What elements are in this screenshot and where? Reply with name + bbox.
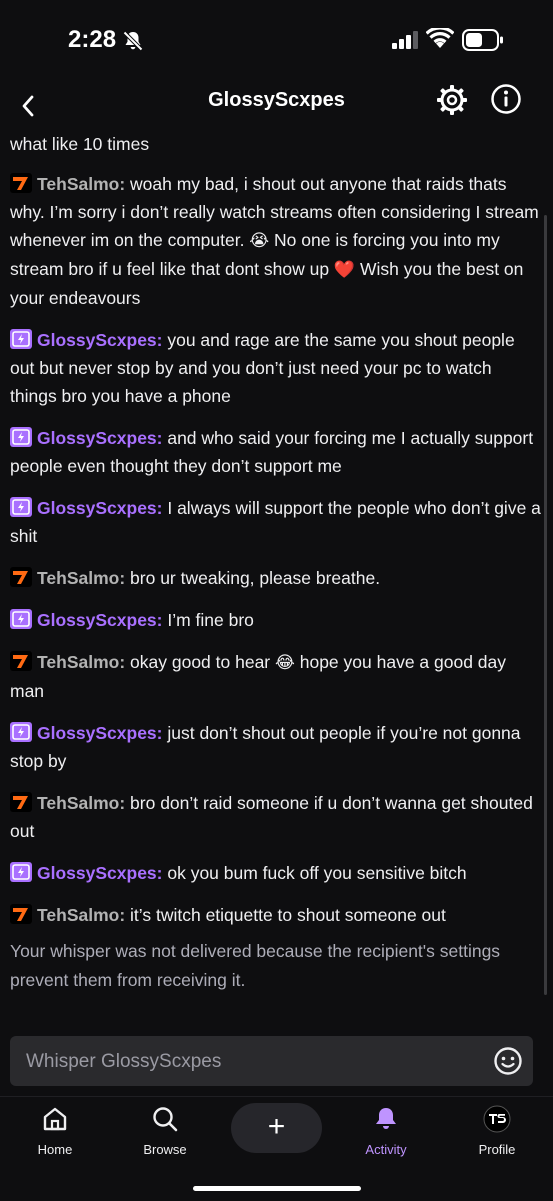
user-badge-icon (10, 427, 32, 447)
chat-message: TehSalmo: woah my bad, i shout out anyon… (10, 173, 539, 308)
username[interactable]: GlossyScxpes: (37, 330, 162, 350)
search-icon (153, 1107, 178, 1132)
info-button[interactable] (490, 83, 522, 115)
username[interactable]: TehSalmo: (37, 905, 125, 925)
username[interactable]: GlossyScxpes: (37, 723, 162, 743)
username[interactable]: TehSalmo: (37, 652, 125, 672)
plus-icon: + (267, 1110, 286, 1143)
user-badge-icon (10, 567, 32, 587)
chat-message: TehSalmo: bro ur tweaking, please breath… (0, 564, 553, 592)
user-badge-icon (10, 173, 32, 193)
chat-message: GlossyScxpes: and who said your forcing … (10, 427, 534, 476)
bell-slash-icon (123, 31, 143, 51)
user-badge-icon (10, 904, 32, 924)
whisper-input[interactable] (24, 1036, 488, 1088)
chat-message: GlossyScxpes: I always will support the … (10, 497, 541, 546)
user-badge-icon (10, 497, 32, 517)
chat-message: GlossyScxpes: ok you bum fuck off you se… (0, 859, 553, 887)
emoji-icon (494, 1047, 522, 1075)
username[interactable]: GlossyScxpes: (37, 610, 162, 630)
username[interactable]: TehSalmo: (37, 174, 125, 194)
page-title: GlossyScxpes (208, 89, 345, 111)
status-bar: 2:28 (0, 0, 553, 80)
message-list[interactable]: what like 10 times TehSalmo: woah my bad… (0, 130, 553, 1020)
gear-icon (437, 85, 467, 115)
chat-message: GlossyScxpes: you and rage are the same … (10, 329, 515, 406)
home-indicator (193, 1186, 361, 1191)
settings-button[interactable] (435, 83, 469, 117)
chat-message: GlossyScxpes: I’m fine bro (0, 606, 553, 634)
username[interactable]: GlossyScxpes: (37, 428, 162, 448)
nav-profile[interactable]: Profile (452, 1105, 542, 1157)
wifi-icon (426, 28, 454, 48)
delivery-error-notice: Your whisper was not delivered because t… (10, 941, 501, 990)
home-icon (43, 1107, 67, 1131)
chat-message: TehSalmo: it’s twitch etiquette to shout… (0, 901, 553, 929)
whisper-composer (10, 1036, 533, 1088)
emoji: 😭 (249, 231, 270, 250)
user-badge-icon (10, 862, 32, 882)
user-badge-icon (10, 329, 32, 349)
info-icon (491, 84, 521, 114)
username[interactable]: GlossyScxpes: (37, 863, 162, 883)
username[interactable]: TehSalmo: (37, 568, 125, 588)
username[interactable]: GlossyScxpes: (37, 498, 162, 518)
chat-message: TehSalmo: bro don’t raid someone if u do… (10, 792, 533, 841)
user-badge-icon (10, 609, 32, 629)
username[interactable]: TehSalmo: (37, 793, 125, 813)
emoji-picker-button[interactable] (493, 1046, 523, 1076)
user-badge-icon (10, 722, 32, 742)
chat-header: GlossyScxpes (0, 80, 553, 130)
emoji: ❤️ (333, 260, 356, 279)
user-badge-icon (10, 651, 32, 671)
nav-home[interactable]: Home (10, 1105, 100, 1157)
status-time: 2:28 (68, 26, 117, 53)
chat-message: GlossyScxpes: just don’t shout out peopl… (10, 722, 521, 771)
emoji: 😂 (275, 653, 295, 672)
signal-icon (392, 31, 418, 49)
bell-icon (376, 1108, 396, 1129)
user-badge-icon (10, 792, 32, 812)
nav-browse[interactable]: Browse (120, 1105, 210, 1157)
chat-message: what like 10 times (10, 134, 150, 154)
create-button[interactable]: + (231, 1103, 322, 1153)
profile-avatar-icon (483, 1105, 511, 1133)
chat-message: TehSalmo: okay good to hear 😂 hope you h… (10, 651, 507, 701)
nav-activity[interactable]: Activity (341, 1105, 431, 1157)
battery-icon (462, 29, 503, 51)
scrollbar[interactable] (544, 215, 547, 995)
